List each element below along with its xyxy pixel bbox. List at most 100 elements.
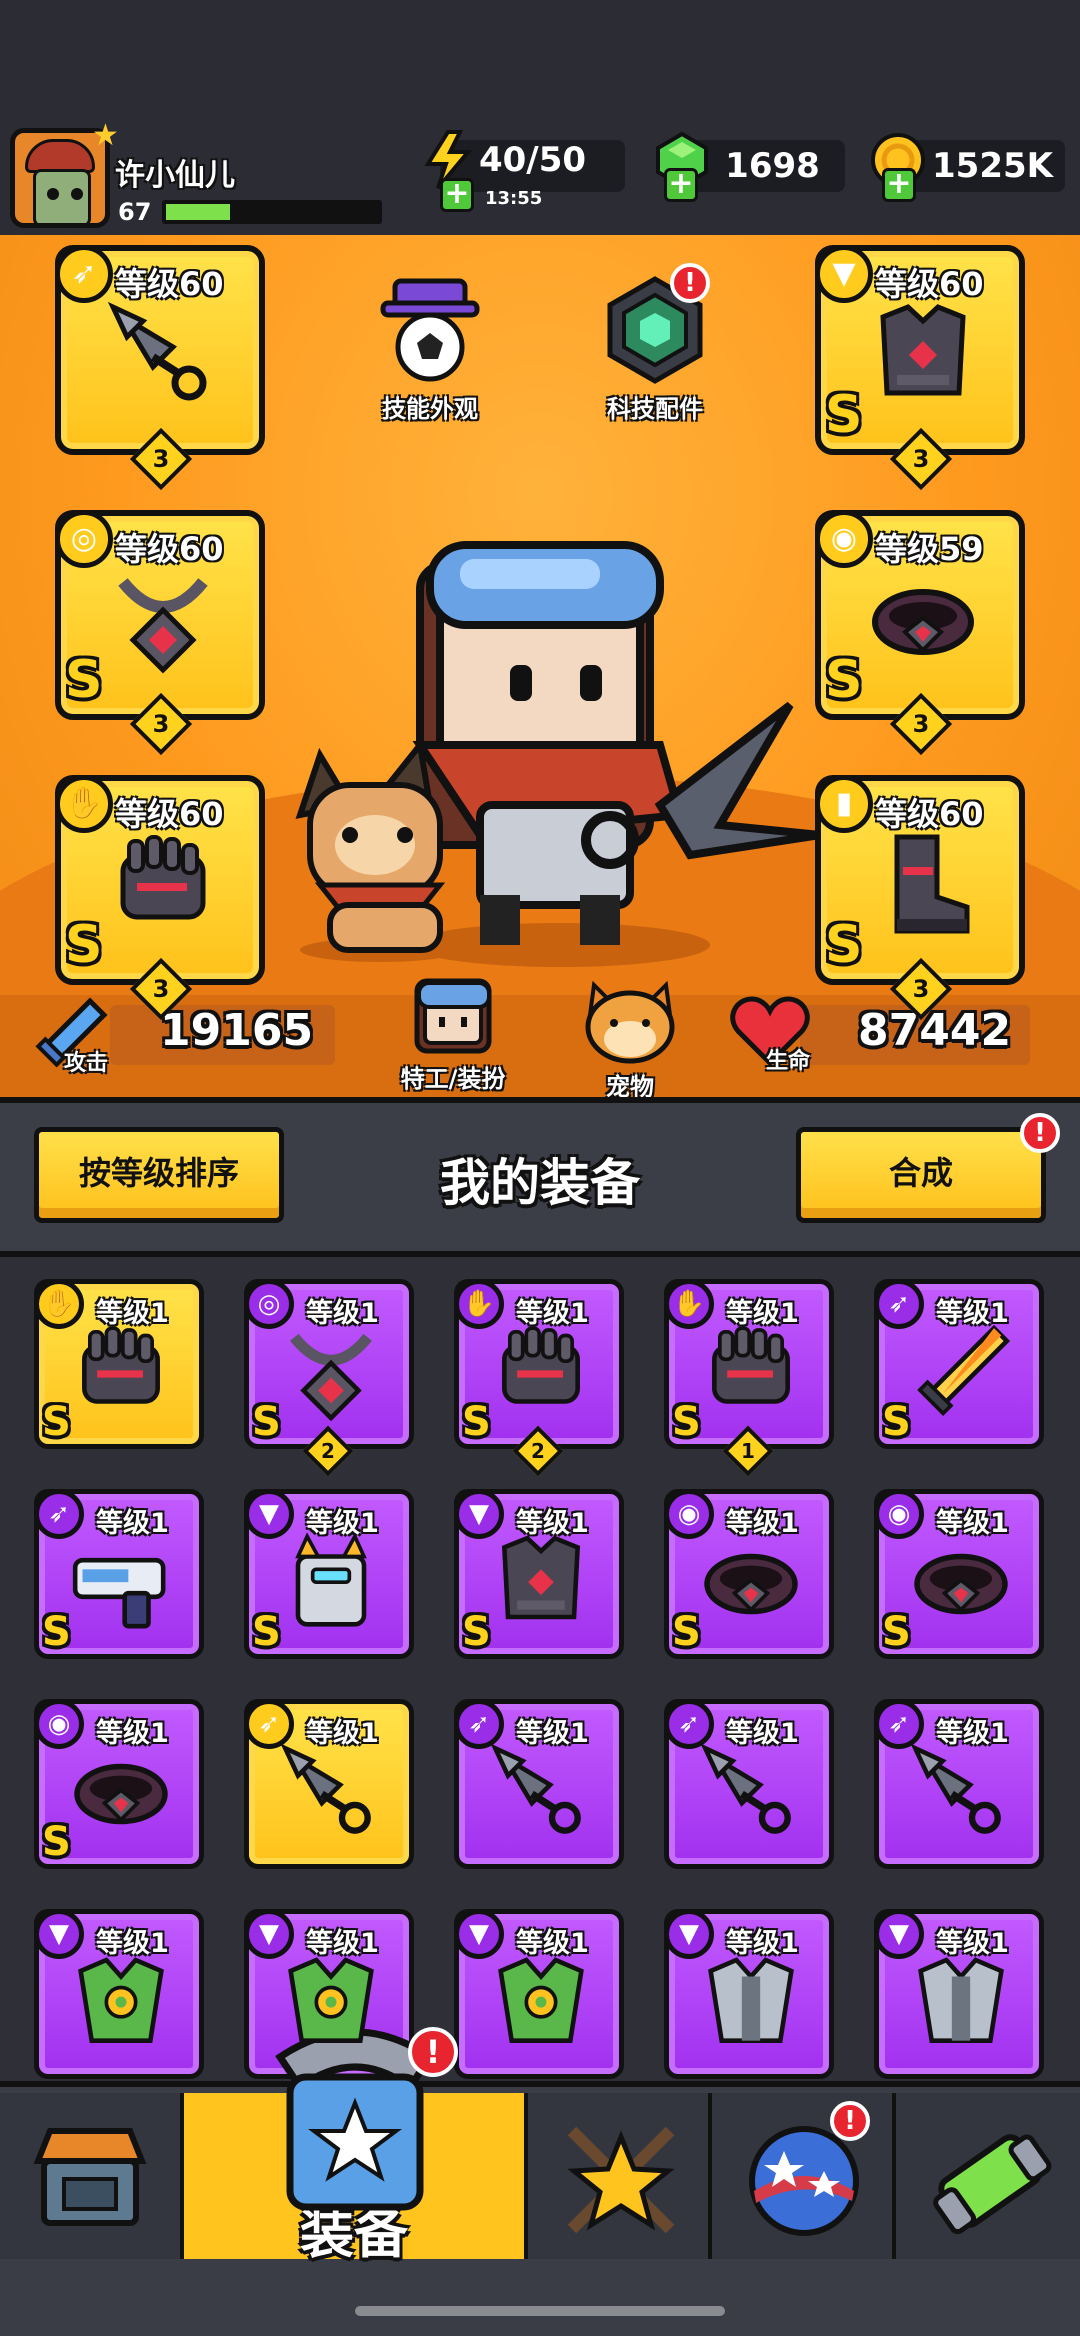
skill-skin-button[interactable]: 技能外观 — [370, 275, 490, 424]
glove-art — [82, 1326, 160, 1404]
tab-talents[interactable] — [528, 2093, 712, 2259]
belt-type-icon: ◉ — [664, 1489, 714, 1539]
gear-level: 等级1 — [96, 1928, 169, 1959]
gear-slot[interactable]: ◉ 等级1 S — [34, 1699, 204, 1869]
gear-slot[interactable]: ✋ 等级1 S 2 — [454, 1279, 624, 1477]
gear-level: 等级60 — [875, 795, 984, 833]
gear-count-value: 3 — [912, 445, 930, 473]
merge-badge: ! — [1020, 1113, 1060, 1153]
gear-level: 等级1 — [726, 1508, 799, 1539]
armor-green-type-icon: ▼ — [244, 1909, 294, 1959]
gear-slot[interactable]: ✋ 等级60 S 3 — [55, 775, 265, 1021]
weapon-type-icon: ➶ — [55, 245, 113, 303]
add-gems-button[interactable]: + — [664, 168, 698, 202]
gear-level: 等级60 — [115, 530, 224, 568]
gear-rank: S — [42, 1609, 71, 1655]
xp-fill — [166, 204, 230, 220]
gear-slot[interactable]: ▼ 等级1 S — [244, 1489, 414, 1659]
weapon-art — [700, 1743, 791, 1834]
gear-slot[interactable]: ▼ 等级1 — [664, 1909, 834, 2079]
gems-value: 1698 — [725, 146, 820, 186]
gear-level: 等级1 — [96, 1508, 169, 1539]
gear-slot[interactable]: ▼ 等级1 — [454, 1909, 624, 2079]
gear-slot[interactable]: ◎ 等级60 S 3 — [55, 510, 265, 756]
gear-count-value: 1 — [741, 1439, 755, 1463]
tech-parts-button[interactable]: 科技配件 ! — [590, 263, 720, 424]
weapon-art — [107, 301, 207, 401]
dna-capsule-icon — [933, 2134, 1052, 2235]
skill-skin-label: 技能外观 — [382, 395, 478, 423]
gear-level: 等级1 — [96, 1298, 169, 1329]
armor-type-icon: ▼ — [815, 245, 873, 303]
gear-slot[interactable]: ▼ 等级60 S 3 — [815, 245, 1025, 491]
gear-slot[interactable]: ◉ 等级59 S 3 — [815, 510, 1025, 756]
merge-button[interactable]: 合成 — [796, 1127, 1046, 1223]
gear-level: 等级1 — [96, 1718, 169, 1749]
gear-slot[interactable]: ▼ 等级1 S — [454, 1489, 624, 1659]
boots-type-icon: ▮ — [815, 775, 873, 833]
armor-green-art — [498, 1957, 584, 2043]
soccer-ball-icon — [380, 278, 480, 382]
gear-count-value: 3 — [152, 710, 170, 738]
gear-slot[interactable]: ✋ 等级1 S 1 — [664, 1279, 834, 1477]
events-tab-badge: ! — [830, 2101, 870, 2141]
belt-art — [704, 1553, 798, 1615]
gear-slot[interactable]: ▮ 等级60 S 3 — [815, 775, 1025, 1021]
gear-level: 等级1 — [936, 1508, 1009, 1539]
glove-art — [120, 835, 206, 920]
belt-type-icon: ◉ — [34, 1699, 84, 1749]
gear-level: 等级1 — [306, 1508, 379, 1539]
gear-level: 等级1 — [726, 1718, 799, 1749]
armor-green-type-icon: ▼ — [34, 1909, 84, 1959]
star-icon: ★ — [92, 118, 119, 153]
gear-rank: S — [882, 1609, 911, 1655]
energy-timer: 13:55 — [485, 188, 543, 209]
star-swords-icon — [567, 2126, 675, 2234]
gear-slot[interactable]: ➶ 等级1 — [244, 1699, 414, 1869]
gear-slot[interactable]: ◉ 等级1 S — [874, 1489, 1044, 1659]
gear-slot[interactable]: ▼ 等级1 — [874, 1909, 1044, 2079]
gear-slot[interactable]: ➶ 等级1 — [664, 1699, 834, 1869]
gear-level: 等级60 — [115, 795, 224, 833]
gear-level: 等级1 — [516, 1508, 589, 1539]
tab-evolve[interactable] — [896, 2093, 1080, 2259]
gear-rank: S — [252, 1399, 281, 1445]
tab-events[interactable]: ! — [712, 2093, 896, 2259]
gear-rank: S — [65, 915, 103, 975]
gear-rank: S — [462, 1399, 491, 1445]
gear-level: 等级60 — [875, 265, 984, 303]
pet-button[interactable]: 宠物 — [570, 975, 690, 1097]
gear-count-value: 3 — [152, 445, 170, 473]
add-coins-button[interactable]: + — [882, 168, 916, 202]
gear-slot[interactable]: ◎ 等级1 S 2 — [244, 1279, 414, 1477]
top-header: ★ 许小仙儿 67 40/50 + 13:55 1698 + 1525K + — [0, 0, 1080, 235]
weapon-type-icon: ➶ — [454, 1699, 504, 1749]
belt-art — [914, 1553, 1008, 1615]
belt-art — [74, 1763, 168, 1825]
pet-dog[interactable] — [280, 735, 500, 965]
gear-slot[interactable]: ✋ 等级1 S — [34, 1279, 204, 1449]
gear-slot[interactable]: ➶ 等级1 S — [874, 1279, 1044, 1449]
armor-silver-art — [918, 1957, 1004, 2043]
necklace-art — [118, 578, 208, 674]
gear-count-value: 3 — [912, 710, 930, 738]
gear-slot[interactable]: ➶ 等级60 3 — [55, 245, 265, 491]
gear-rank: S — [65, 650, 103, 710]
add-energy-button[interactable]: + — [440, 178, 474, 212]
xp-bar — [162, 200, 382, 224]
agent-outfit-button[interactable]: 特工/装扮 — [378, 975, 528, 1094]
glove-art — [712, 1326, 790, 1404]
gear-slot[interactable]: ◉ 等级1 S — [664, 1489, 834, 1659]
gear-rank: S — [672, 1399, 701, 1445]
gear-slot[interactable]: ➶ 等级1 S — [34, 1489, 204, 1659]
tab-shop[interactable] — [0, 2093, 184, 2259]
armor-art — [880, 304, 966, 396]
shop-icon — [33, 2128, 147, 2226]
gear-slot[interactable]: ➶ 等级1 — [874, 1699, 1044, 1869]
gun-type-icon: ➶ — [34, 1489, 84, 1539]
gear-rank: S — [825, 385, 863, 445]
gear-slot[interactable]: ➶ 等级1 — [454, 1699, 624, 1869]
tech-parts-badge: ! — [670, 263, 710, 303]
gear-slot[interactable]: ▼ 等级1 — [34, 1909, 204, 2079]
gear-level: 等级59 — [875, 530, 984, 568]
